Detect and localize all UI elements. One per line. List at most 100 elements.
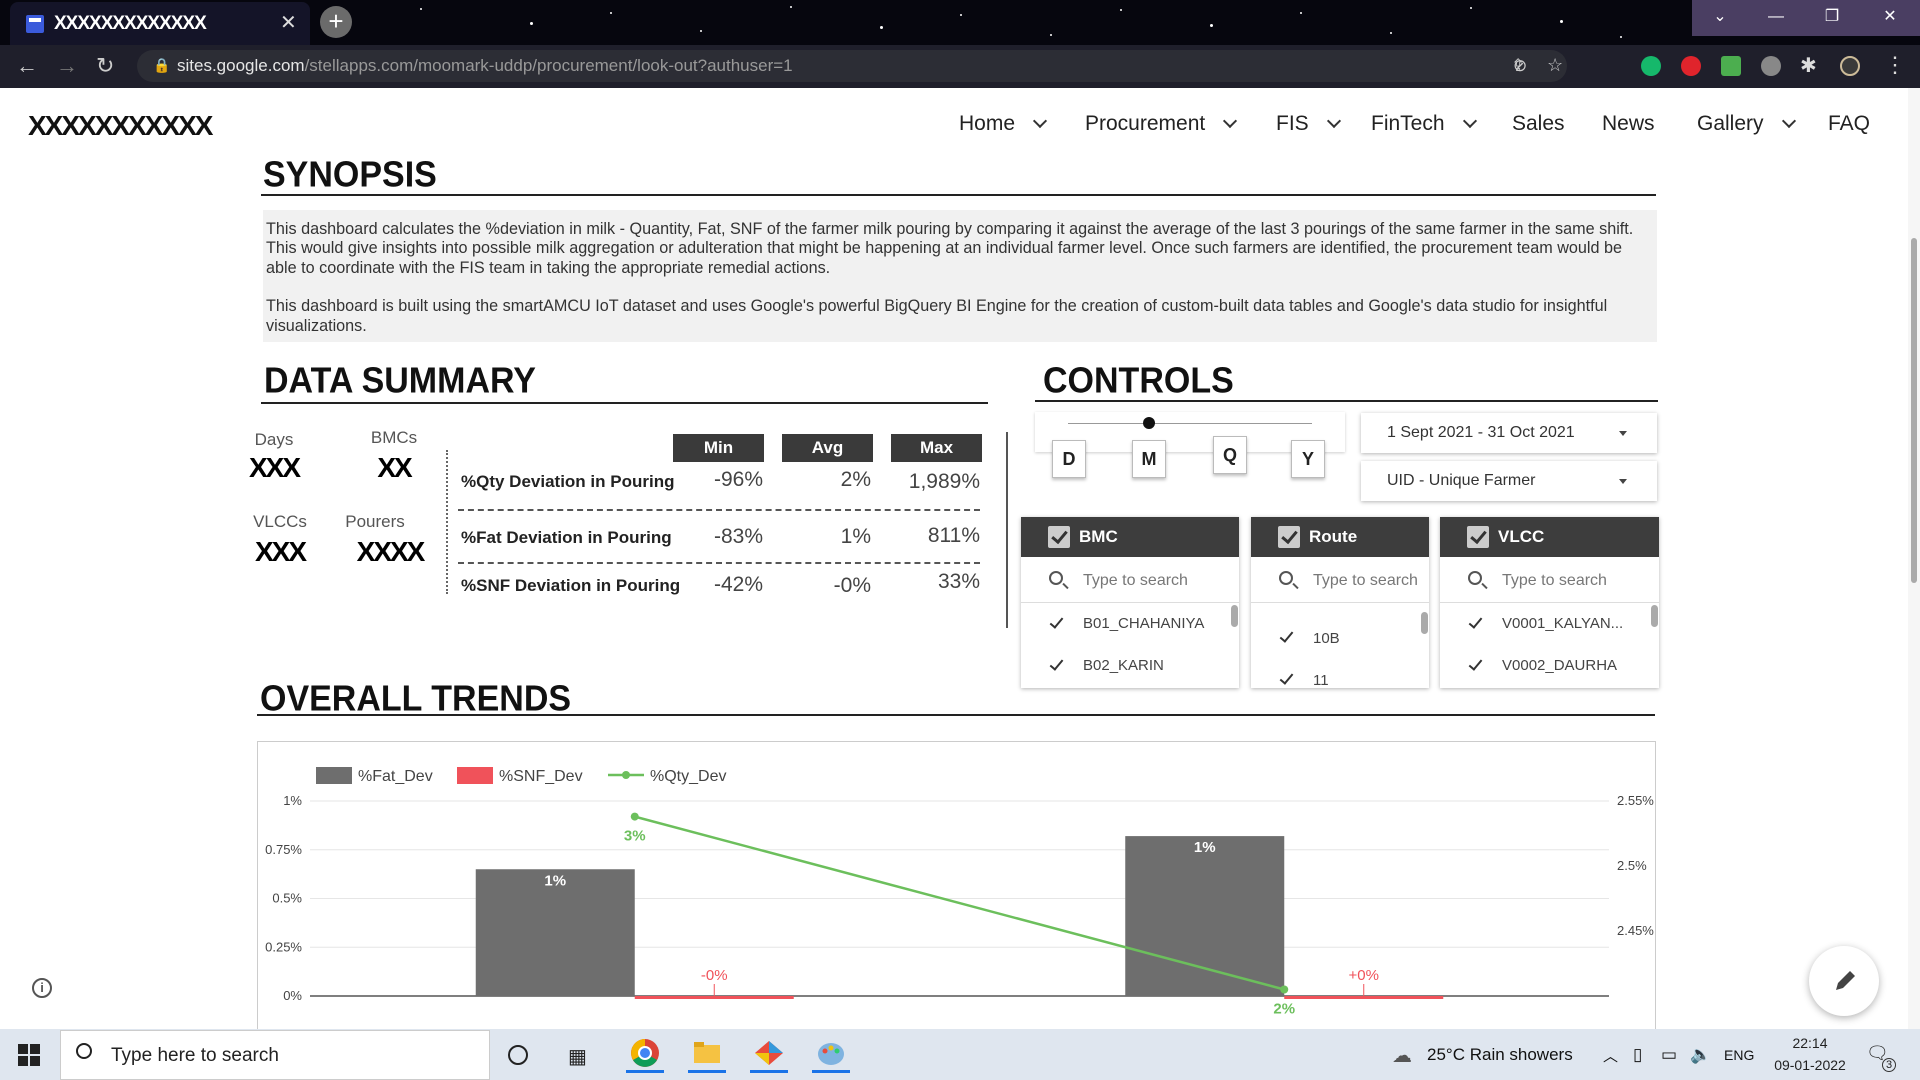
bmcs-value: XX xyxy=(377,452,412,483)
route-filter: Route Type to search 10B 11 xyxy=(1251,517,1429,688)
checkbox-checked[interactable] xyxy=(1468,656,1483,671)
chevron-down-icon[interactable] xyxy=(1781,113,1796,129)
filter-scrollbar[interactable] xyxy=(1421,612,1428,634)
grammarly-extension-icon[interactable] xyxy=(1641,56,1661,76)
route-filter-header[interactable]: Route xyxy=(1251,517,1429,557)
filter-option[interactable]: 11 xyxy=(1313,672,1329,688)
bmc-filter-header[interactable]: BMC xyxy=(1021,517,1239,557)
profile-avatar-icon[interactable] xyxy=(1840,56,1860,76)
restore-icon[interactable]: ❐ xyxy=(1804,0,1860,34)
address-bar[interactable]: 🔒 sites.google.com/stellapps.com/moomark… xyxy=(137,50,1567,82)
bookmark-star-icon[interactable]: ☆ xyxy=(1547,55,1563,76)
granularity-month-button[interactable]: M xyxy=(1132,440,1166,478)
tab-search-icon[interactable]: ⌄ xyxy=(1692,0,1748,34)
eye-off-icon[interactable]: ⊘ xyxy=(1513,56,1527,76)
nav-news[interactable]: News xyxy=(1602,112,1655,136)
select-all-checkbox[interactable] xyxy=(1278,526,1300,548)
weather-icon[interactable]: ☁ xyxy=(1392,1043,1412,1068)
new-tab-button[interactable]: + xyxy=(320,6,352,38)
bmc-search-input[interactable]: Type to search xyxy=(1021,557,1239,603)
puzzle-extensions-icon[interactable]: ✱ xyxy=(1800,53,1817,78)
forward-icon[interactable]: → xyxy=(56,53,78,79)
nav-fintech[interactable]: FinTech xyxy=(1371,112,1477,136)
nav-procurement[interactable]: Procurement xyxy=(1085,112,1238,136)
nav-gallery[interactable]: Gallery xyxy=(1697,112,1796,136)
nav-sales[interactable]: Sales xyxy=(1512,112,1565,136)
chrome-taskbar-icon[interactable] xyxy=(626,1037,664,1073)
select-all-checkbox[interactable] xyxy=(1467,526,1489,548)
page-scrollbar[interactable] xyxy=(1908,88,1920,1029)
close-window-icon[interactable]: ✕ xyxy=(1862,0,1918,34)
farmer-dimension-dropdown[interactable]: UID - Unique Farmer xyxy=(1361,461,1657,501)
edit-button[interactable] xyxy=(1809,946,1879,1016)
nav-faq[interactable]: FAQ xyxy=(1828,112,1870,136)
weather-text[interactable]: 25°C Rain showers xyxy=(1427,1045,1573,1065)
granularity-quarter-button[interactable]: Q xyxy=(1213,436,1247,474)
filter-scrollbar[interactable] xyxy=(1231,605,1238,627)
mail-extension-icon[interactable] xyxy=(1721,56,1741,76)
min-value: -42% xyxy=(713,573,763,596)
nav-fis[interactable]: FIS xyxy=(1276,112,1341,136)
granularity-year-button[interactable]: Y xyxy=(1291,440,1325,478)
divider xyxy=(446,450,448,594)
adblock-extension-icon[interactable] xyxy=(1681,56,1701,76)
filter-scrollbar[interactable] xyxy=(1651,605,1658,627)
granularity-day-button[interactable]: D xyxy=(1052,440,1086,478)
paint-taskbar-icon[interactable] xyxy=(812,1037,850,1073)
notification-count: 3 xyxy=(1882,1058,1896,1072)
checkbox-checked[interactable] xyxy=(1279,670,1294,685)
back-icon[interactable]: ← xyxy=(16,53,38,79)
cortana-icon[interactable] xyxy=(508,1045,528,1065)
file-explorer-icon[interactable] xyxy=(688,1037,726,1073)
search-icon xyxy=(1049,571,1063,585)
checkbox-checked[interactable] xyxy=(1049,656,1064,671)
search-icon xyxy=(1279,571,1293,585)
route-search-input[interactable]: Type to search xyxy=(1251,557,1429,603)
select-all-checkbox[interactable] xyxy=(1048,526,1070,548)
minimize-icon[interactable]: — xyxy=(1748,0,1804,34)
task-view-icon[interactable]: ▦ xyxy=(568,1044,587,1069)
chevron-down-icon[interactable] xyxy=(1462,113,1477,129)
lock-icon[interactable]: 🔒 xyxy=(153,57,170,73)
device-icon[interactable]: ▯ xyxy=(1633,1045,1642,1065)
chevron-down-icon[interactable] xyxy=(1223,113,1238,129)
pourers-value: XXXX xyxy=(356,536,426,567)
filter-option[interactable]: B02_KARIN xyxy=(1083,657,1164,674)
date-range-picker[interactable]: 1 Sept 2021 - 31 Oct 2021 xyxy=(1361,413,1657,453)
filter-option[interactable]: V0001_KALYAN... xyxy=(1502,615,1623,632)
reload-icon[interactable]: ↻ xyxy=(96,53,114,79)
page-scrollbar-thumb[interactable] xyxy=(1911,238,1917,583)
site-logo[interactable]: XXXXXXXXXXX xyxy=(28,110,213,142)
filter-option[interactable]: 10B xyxy=(1313,630,1340,647)
tab-close-icon[interactable]: ✕ xyxy=(280,10,297,35)
windows-start-icon[interactable] xyxy=(18,1044,40,1071)
chevron-down-icon[interactable] xyxy=(1326,113,1341,129)
taskbar-search-box[interactable]: Type here to search xyxy=(60,1030,490,1080)
show-hidden-icons[interactable]: ︿ xyxy=(1603,1045,1618,1066)
url-text[interactable]: sites.google.com/stellapps.com/moomark-u… xyxy=(177,56,793,76)
data-summary-title: DATA SUMMARY xyxy=(264,361,536,401)
nav-home[interactable]: Home xyxy=(959,112,1048,136)
checkbox-checked[interactable] xyxy=(1049,614,1064,629)
clock-date[interactable]: 09-01-2022 xyxy=(1760,1057,1860,1073)
checkbox-checked[interactable] xyxy=(1468,614,1483,629)
left-axis-tick-label: 0.25% xyxy=(265,939,302,954)
max-value: 33% xyxy=(937,570,980,593)
checkbox-checked[interactable] xyxy=(1279,628,1294,643)
app-taskbar-icon[interactable] xyxy=(750,1037,788,1073)
extension-icon[interactable] xyxy=(1761,56,1781,76)
vlcc-search-input[interactable]: Type to search xyxy=(1440,557,1659,603)
filter-option[interactable]: B01_CHAHANIYA xyxy=(1083,615,1204,632)
battery-icon[interactable]: ▭ xyxy=(1661,1045,1677,1065)
browser-tab[interactable]: XXXXXXXXXXXXX ✕ xyxy=(10,2,310,45)
tab-favicon-icon xyxy=(26,15,44,33)
clock-time[interactable]: 22:14 xyxy=(1770,1035,1850,1051)
browser-menu-icon[interactable]: ⋮ xyxy=(1884,52,1906,78)
vlcc-filter-header[interactable]: VLCC xyxy=(1440,517,1659,557)
chevron-down-icon[interactable] xyxy=(1032,113,1048,129)
granularity-slider-handle[interactable] xyxy=(1143,417,1155,429)
info-icon[interactable]: i xyxy=(32,978,52,998)
filter-option[interactable]: V0002_DAURHA xyxy=(1502,657,1617,674)
volume-icon[interactable]: 🔈 xyxy=(1690,1045,1711,1065)
language-indicator[interactable]: ENG xyxy=(1724,1047,1754,1063)
